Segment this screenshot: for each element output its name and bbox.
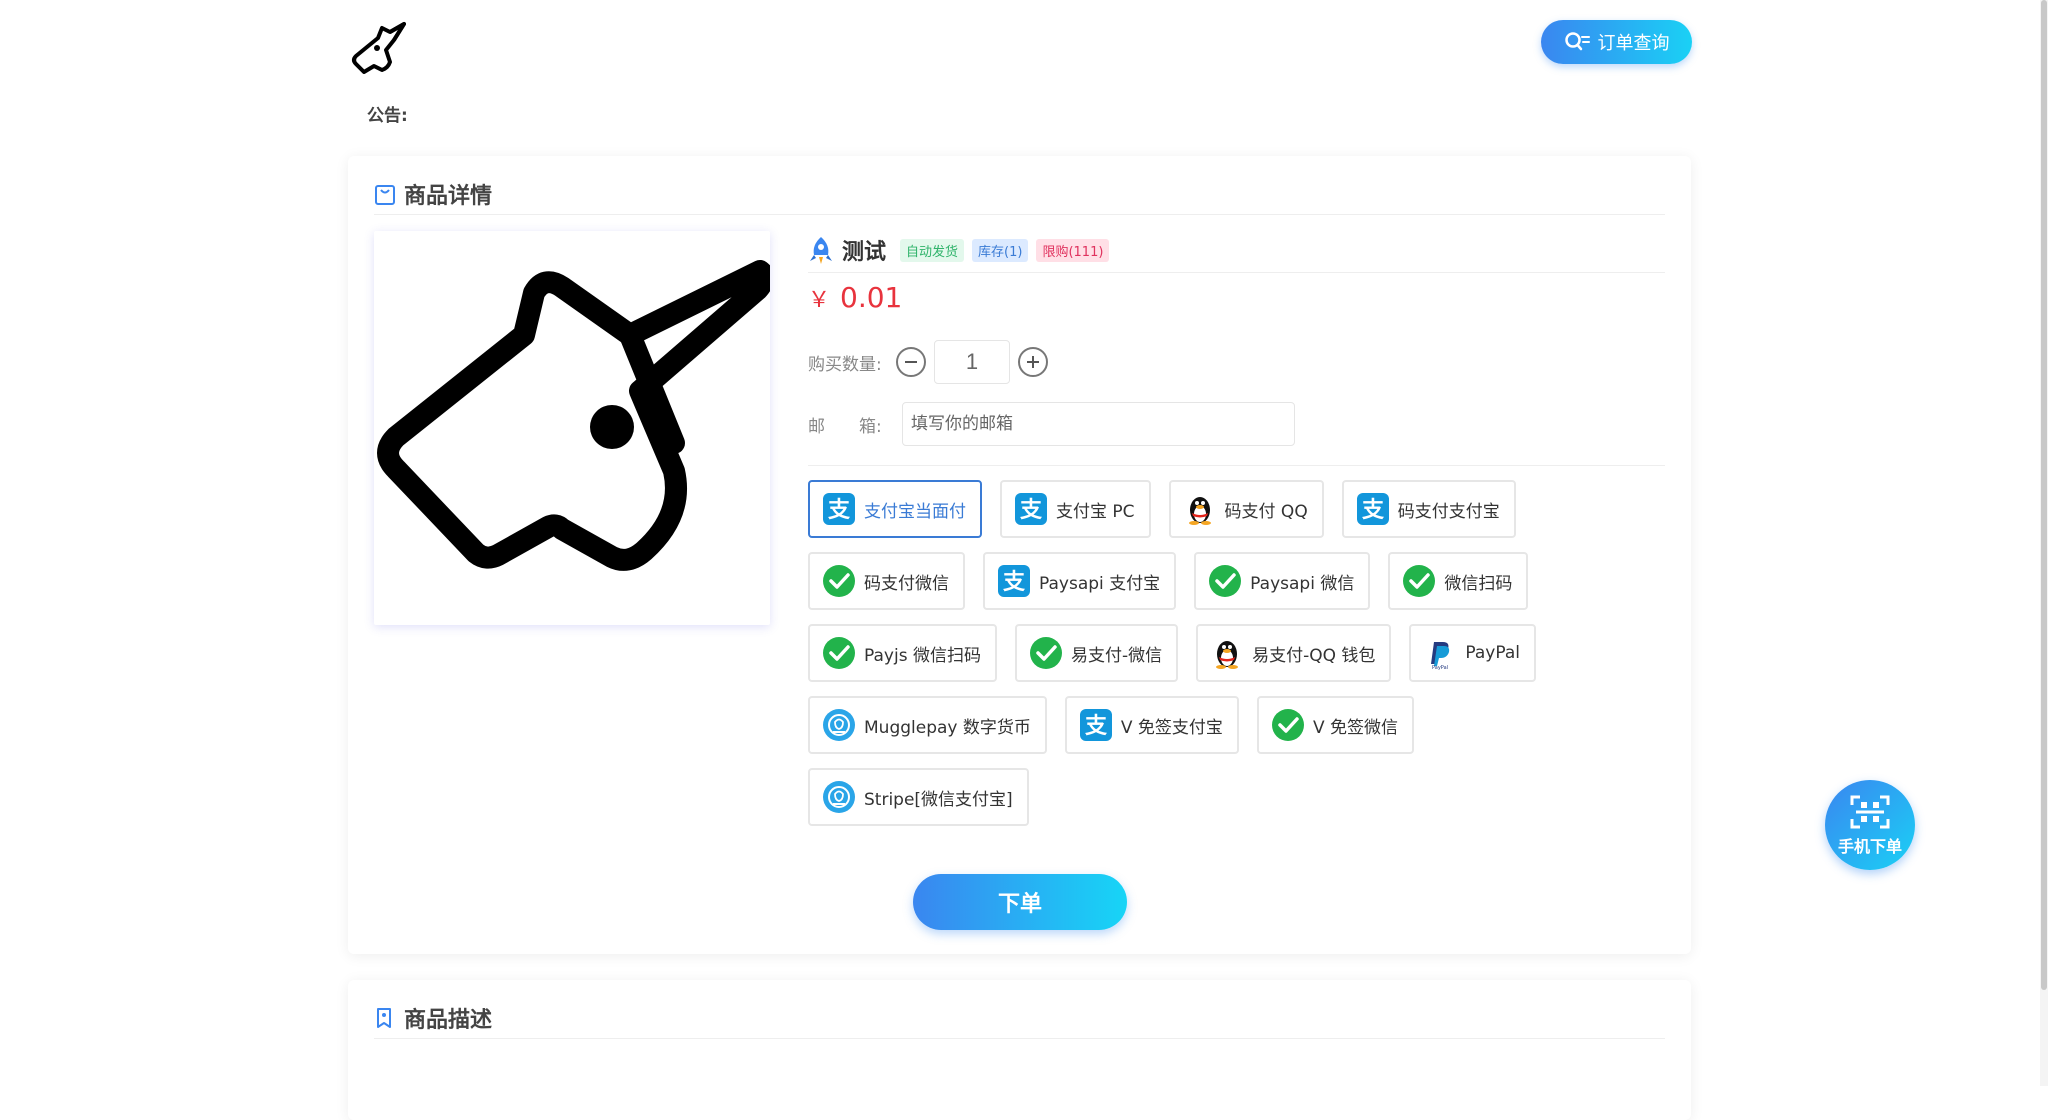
email-field[interactable]: [902, 402, 1295, 446]
svg-text:支: 支: [1085, 714, 1108, 739]
currency-symbol: ￥: [808, 288, 831, 313]
mobile-order-label: 手机下单: [1837, 837, 1902, 856]
payment-option[interactable]: 易支付-QQ 钱包: [1196, 624, 1392, 682]
quantity-label: 购买数量:: [808, 354, 882, 375]
product-info: 测试 自动发货 库存(1) 限购(111) ￥ 0.01 购买数量: 邮 箱: …: [808, 228, 1665, 826]
payment-option-label: Mugglepay 数字货币: [864, 717, 1031, 738]
payment-option-label: 易支付-微信: [1070, 645, 1163, 666]
wechat-icon: [822, 564, 856, 598]
payment-option[interactable]: 微信扫码: [1388, 552, 1529, 610]
payment-option[interactable]: Payjs 微信扫码: [808, 624, 997, 682]
payment-option-label: 支付宝 PC: [1056, 501, 1135, 522]
price: ￥ 0.01: [808, 281, 1665, 321]
payment-option[interactable]: V 免签微信: [1256, 696, 1414, 754]
payment-option-label: Payjs 微信扫码: [864, 645, 981, 666]
product-name: 测试: [842, 240, 887, 265]
svg-text:支: 支: [1020, 498, 1043, 523]
alipay-icon: 支: [1079, 708, 1113, 742]
email-label: 邮 箱:: [808, 416, 882, 437]
desc-card-header: 商品描述: [374, 998, 1665, 1039]
wechat-icon: [1208, 564, 1242, 598]
tag-icon: [377, 1008, 391, 1028]
qr-scan-icon: [1850, 795, 1890, 829]
payment-option-label: 码支付支付宝: [1397, 501, 1500, 522]
purchase-limit-badge: 限购(111): [1036, 238, 1110, 262]
increase-quantity-button[interactable]: [1018, 347, 1048, 377]
order-query-label: 订单查询: [1597, 33, 1670, 54]
detail-card-title: 商品详情: [404, 184, 493, 209]
payment-option[interactable]: 支支付宝 PC: [1000, 480, 1151, 538]
payment-option-label: 支付宝当面付: [864, 501, 966, 522]
payment-option[interactable]: 易支付-微信: [1014, 624, 1179, 682]
mugglepay-icon: [822, 708, 856, 742]
payment-methods: 支支付宝当面付支支付宝 PC 码支付 QQ 支码支付支付宝 码支付微信支 Paysapi…: [808, 480, 1608, 826]
product-description-card: 商品描述: [348, 980, 1691, 1120]
quantity-row: 购买数量:: [808, 339, 1665, 385]
plus-icon: [1027, 356, 1039, 368]
order-query-button[interactable]: 订单查询: [1541, 20, 1692, 64]
wechat-icon: [822, 636, 856, 670]
paypal-icon: PayPal: [1423, 636, 1457, 670]
minus-icon: [905, 361, 917, 363]
wechat-icon: [1029, 636, 1063, 670]
payment-option[interactable]: 码支付微信: [808, 552, 965, 610]
place-order-button[interactable]: 下单: [913, 874, 1127, 930]
quantity-stepper[interactable]: [934, 340, 1010, 384]
detail-card-header: 商品详情: [374, 174, 1665, 215]
payment-option-label: 易支付-QQ 钱包: [1252, 645, 1376, 666]
svg-text:PayPal: PayPal: [1432, 665, 1448, 670]
alipay-icon: 支: [1356, 492, 1390, 526]
search-list-icon: [1564, 32, 1590, 51]
payment-option[interactable]: 支 V 免签支付宝: [1064, 696, 1239, 754]
decrease-quantity-button[interactable]: [896, 347, 926, 377]
payment-option[interactable]: 支 Paysapi 支付宝: [983, 552, 1177, 610]
payment-option[interactable]: 码支付 QQ: [1168, 480, 1324, 538]
wechat-icon: [1271, 708, 1305, 742]
rocket-icon: [810, 237, 832, 264]
product-name-row: 测试 自动发货 库存(1) 限购(111): [808, 228, 1665, 273]
payment-option[interactable]: 支码支付支付宝: [1341, 480, 1516, 538]
product-detail-card: 商品详情 测试 自动发货 库存(1) 限购(111) ￥ 0.01 购买数量: …: [348, 156, 1691, 954]
svg-text:支: 支: [1003, 570, 1026, 595]
qq-penguin-icon: [1210, 636, 1244, 670]
qq-penguin-icon: [1183, 492, 1217, 526]
unicorn-logo-icon[interactable]: [346, 20, 406, 74]
svg-text:支: 支: [1362, 498, 1385, 523]
unicorn-image-icon: [377, 260, 775, 571]
notice-label: 公告:: [367, 106, 408, 126]
payment-option-label: V 免签支付宝: [1120, 717, 1223, 738]
payment-option-label: PayPal: [1465, 643, 1521, 663]
auto-delivery-badge: 自动发货: [900, 238, 965, 262]
alipay-icon: 支: [1014, 492, 1048, 526]
payment-option-label: 微信扫码: [1444, 573, 1513, 594]
wechat-icon: [1402, 564, 1436, 598]
payment-option[interactable]: Stripe[微信支付宝]: [808, 768, 1029, 826]
payment-option[interactable]: PayPal PayPal: [1409, 624, 1537, 682]
payment-option-label: Stripe[微信支付宝]: [864, 789, 1013, 810]
payment-option-label: V 免签微信: [1312, 717, 1398, 738]
product-image: [374, 231, 775, 625]
desc-card-title: 商品描述: [404, 1008, 493, 1033]
payment-option-label: Paysapi 微信: [1250, 573, 1355, 594]
alipay-icon: 支: [997, 564, 1031, 598]
svg-text:支: 支: [828, 498, 851, 523]
stock-badge: 库存(1): [972, 238, 1029, 262]
email-row: 邮 箱:: [808, 401, 1665, 466]
payment-option[interactable]: Paysapi 微信: [1194, 552, 1371, 610]
bag-icon: [375, 185, 395, 205]
price-value: 0.01: [840, 281, 903, 314]
payment-option[interactable]: 支支付宝当面付: [808, 480, 982, 538]
payment-option-label: 码支付微信: [864, 573, 949, 594]
mobile-order-button[interactable]: 手机下单: [1825, 780, 1915, 870]
scrollbar-thumb[interactable]: [2041, 0, 2047, 990]
alipay-icon: 支: [822, 492, 856, 526]
payment-option-label: 码支付 QQ: [1224, 501, 1308, 522]
payment-option-label: Paysapi 支付宝: [1039, 573, 1161, 594]
mugglepay-icon: [822, 780, 856, 814]
payment-option[interactable]: Mugglepay 数字货币: [808, 696, 1047, 754]
